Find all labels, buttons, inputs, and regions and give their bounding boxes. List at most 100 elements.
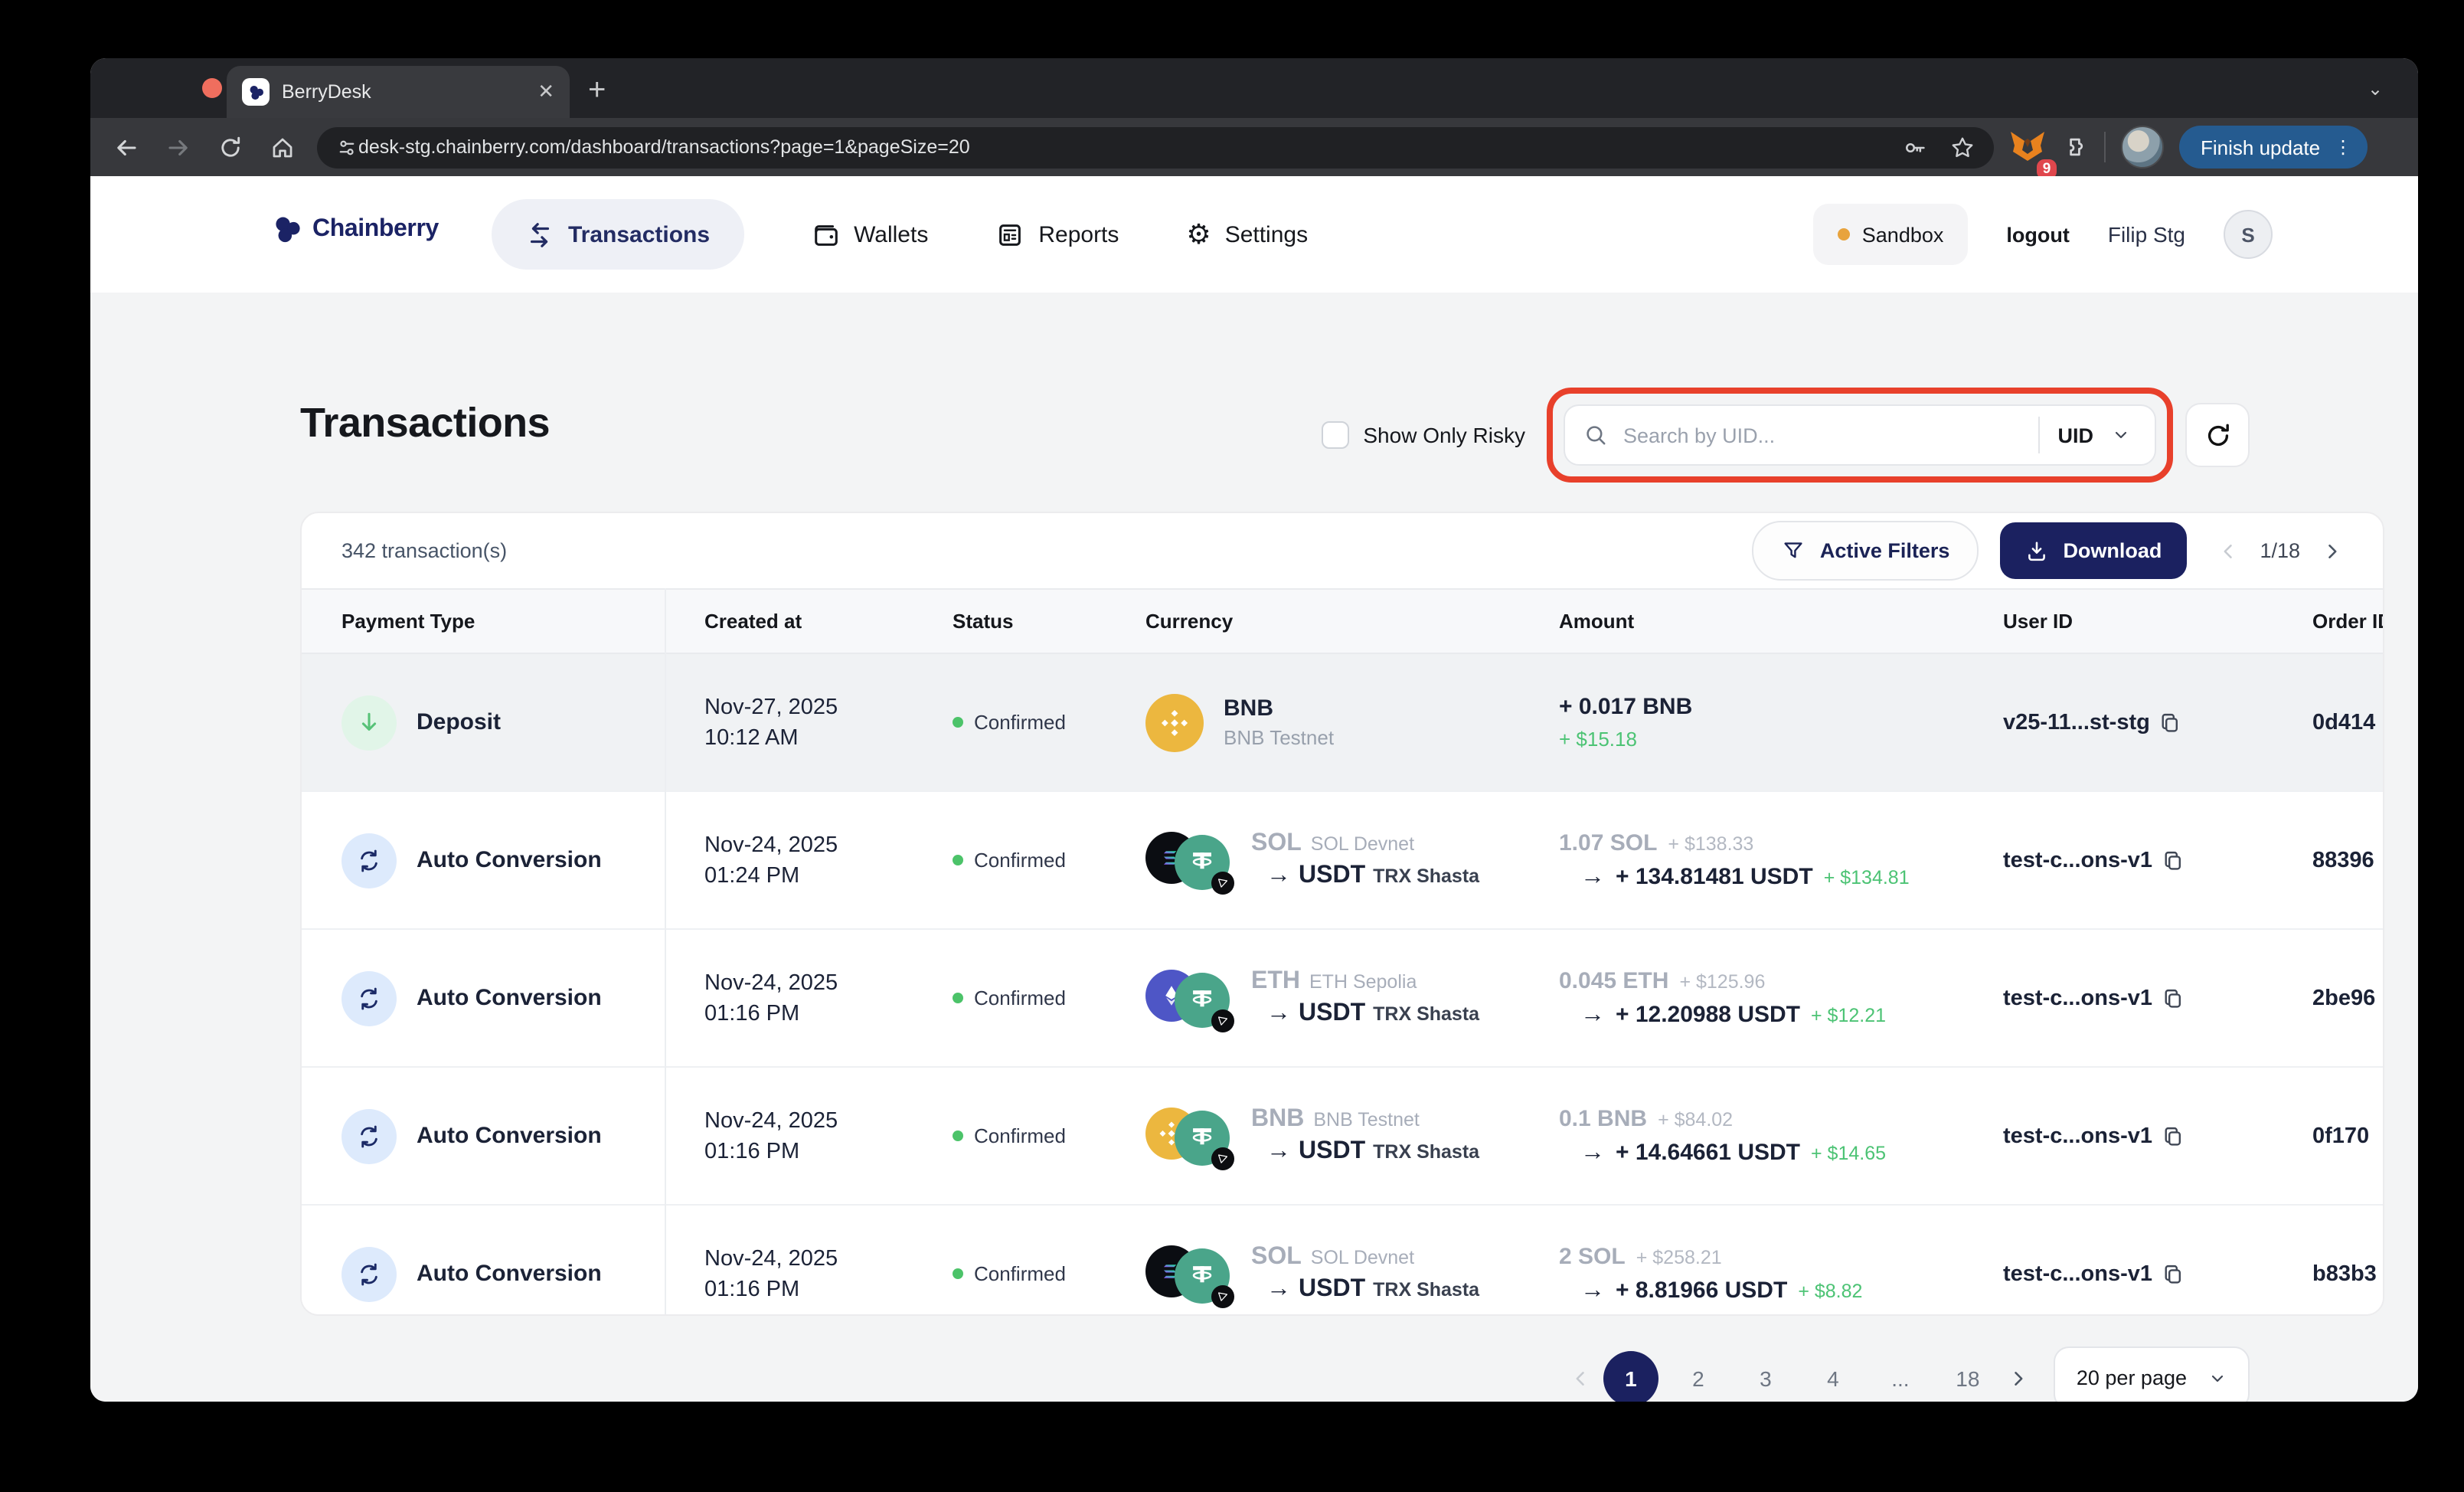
page-ellipsis: ...	[1873, 1350, 1928, 1402]
nav-item-settings[interactable]: ⚙ Settings	[1186, 199, 1308, 270]
copy-icon[interactable]	[2160, 1261, 2185, 1286]
nav-item-reports[interactable]: Reports	[995, 199, 1119, 270]
berrydesk-favicon-icon	[242, 78, 270, 106]
filter-funnel-icon	[1782, 538, 1806, 563]
show-only-risky-checkbox[interactable]	[1322, 421, 1349, 449]
header-created-at: Created at	[704, 590, 802, 653]
page-button-3[interactable]: 3	[1738, 1350, 1793, 1402]
brand-logo[interactable]: Chainberry	[271, 213, 439, 247]
user-avatar[interactable]: S	[2224, 210, 2273, 259]
header-status: Status	[953, 590, 1013, 653]
page-title: Transactions	[300, 400, 550, 447]
new-tab-button[interactable]: +	[588, 70, 606, 110]
close-window-button[interactable]	[202, 78, 222, 98]
arrow-right-icon: →	[1580, 863, 1605, 891]
pagination-next-icon[interactable]	[2008, 1367, 2029, 1389]
per-page-dropdown[interactable]: 20 per page	[2054, 1346, 2250, 1402]
tron-badge-icon	[1211, 871, 1234, 894]
search-bar[interactable]: UID	[1564, 404, 2156, 466]
arrow-right-icon: →	[1266, 1000, 1291, 1028]
order-id: 88396	[2312, 848, 2374, 872]
back-button[interactable]	[100, 134, 152, 160]
page-button-18[interactable]: 18	[1940, 1350, 1995, 1402]
search-type-dropdown[interactable]: UID	[2058, 424, 2137, 447]
table-toolbar: 342 transaction(s) Active Filters Downlo…	[302, 513, 2383, 588]
extensions-puzzle-icon[interactable]	[2061, 133, 2089, 161]
nav-item-transactions[interactable]: Transactions	[492, 199, 743, 270]
page-button-4[interactable]: 4	[1806, 1350, 1861, 1402]
arrow-right-icon: →	[1580, 1139, 1605, 1166]
browser-menu-icon[interactable]: ⋮	[2334, 139, 2352, 155]
url-bar[interactable]: desk-stg.chainberry.com/dashboard/transa…	[317, 126, 1994, 168]
active-filters-button[interactable]: Active Filters	[1753, 521, 1979, 581]
url-text: desk-stg.chainberry.com/dashboard/transa…	[358, 136, 1902, 158]
site-settings-icon[interactable]	[335, 136, 358, 159]
conversion-arrows-icon	[341, 1108, 397, 1163]
transactions-card: 342 transaction(s) Active Filters Downlo…	[300, 512, 2384, 1316]
page-content: Transactions Show Only Risky UID	[90, 293, 2418, 1402]
finish-update-button[interactable]: Finish update ⋮	[2179, 126, 2368, 169]
table-row[interactable]: Auto Conversion Nov-24, 202501:24 PM Con…	[302, 792, 2383, 930]
toolbar-separator	[2104, 132, 2106, 162]
status-dot-icon	[953, 1130, 963, 1141]
nav-item-wallets[interactable]: Wallets	[811, 199, 928, 270]
next-page-icon[interactable]	[2322, 540, 2343, 561]
tab-close-icon[interactable]: ✕	[538, 80, 554, 104]
wallet-icon	[811, 220, 840, 249]
forward-button[interactable]	[152, 134, 204, 160]
browser-tab[interactable]: BerryDesk ✕	[227, 66, 570, 118]
copy-icon[interactable]	[2160, 848, 2185, 872]
page-button-1[interactable]: 1	[1603, 1350, 1658, 1402]
metamask-extension-icon[interactable]: 9	[2009, 130, 2046, 164]
page-button-2[interactable]: 2	[1671, 1350, 1726, 1402]
deposit-arrow-icon	[341, 695, 397, 750]
conversion-arrows-icon	[341, 970, 397, 1026]
status-dot-icon	[953, 1268, 963, 1279]
screenshot-root: BerryDesk ✕ + ⌄ desk-stg.chainberry.com/…	[0, 0, 2464, 1492]
download-button[interactable]: Download	[2000, 522, 2186, 579]
column-divider	[665, 588, 666, 1314]
amount-crypto: + 0.017 BNB	[1559, 694, 1692, 720]
password-key-icon[interactable]	[1902, 134, 1928, 160]
user-id: test-c...ons-v1	[2003, 1124, 2152, 1148]
refresh-icon	[2203, 420, 2232, 450]
arrow-right-icon: →	[1266, 862, 1291, 890]
transaction-count: 342 transaction(s)	[341, 513, 507, 588]
app-header: Chainberry Transactions Wallets Reports …	[90, 176, 2418, 293]
user-id: test-c...ons-v1	[2003, 848, 2152, 872]
order-id: b83b3	[2312, 1261, 2377, 1286]
browser-extensions-area: 9 Finish update ⋮	[2009, 126, 2380, 169]
table-row[interactable]: Deposit Nov-27, 202510:12 AM Confirmed B…	[302, 654, 2383, 792]
pagination-prev-icon[interactable]	[1570, 1367, 1591, 1389]
table-row[interactable]: Auto Conversion Nov-24, 202501:16 PM Con…	[302, 1068, 2383, 1206]
copy-icon[interactable]	[2160, 1124, 2185, 1148]
bookmark-star-icon[interactable]	[1949, 134, 1975, 160]
prev-page-icon[interactable]	[2217, 540, 2238, 561]
user-name: Filip Stg	[2108, 222, 2185, 247]
status-dot-icon	[953, 855, 963, 865]
home-button[interactable]	[256, 134, 308, 160]
arrow-right-icon: →	[1266, 1138, 1291, 1166]
browser-profile-avatar[interactable]	[2121, 126, 2164, 169]
search-input[interactable]	[1620, 422, 2020, 448]
tron-badge-icon	[1211, 1147, 1234, 1170]
header-amount: Amount	[1559, 590, 1634, 653]
copy-icon[interactable]	[2160, 986, 2185, 1010]
copy-icon[interactable]	[2158, 710, 2182, 735]
order-id: 2be96	[2312, 986, 2375, 1010]
sandbox-environment-badge[interactable]: Sandbox	[1813, 204, 1969, 265]
table-header-row: Payment Type Created at Status Currency …	[302, 588, 2383, 654]
pagination-bar: 1 2 3 4 ... 18 20 per page	[1570, 1346, 2250, 1402]
tron-badge-icon	[1211, 1009, 1234, 1032]
tab-search-chevron-icon[interactable]: ⌄	[2358, 72, 2392, 106]
refresh-button[interactable]	[2185, 403, 2250, 467]
table-row[interactable]: Auto Conversion Nov-24, 202501:16 PM Con…	[302, 930, 2383, 1068]
reload-button[interactable]	[204, 134, 256, 160]
usdt-coin-icon	[1175, 1110, 1230, 1165]
browser-window: BerryDesk ✕ + ⌄ desk-stg.chainberry.com/…	[90, 58, 2418, 1402]
logout-button[interactable]: logout	[2006, 223, 2069, 246]
transactions-icon	[525, 220, 554, 249]
table-row[interactable]: Auto Conversion Nov-24, 202501:16 PM Con…	[302, 1206, 2383, 1316]
user-id: test-c...ons-v1	[2003, 1261, 2152, 1286]
chainberry-logo-icon	[271, 213, 305, 247]
